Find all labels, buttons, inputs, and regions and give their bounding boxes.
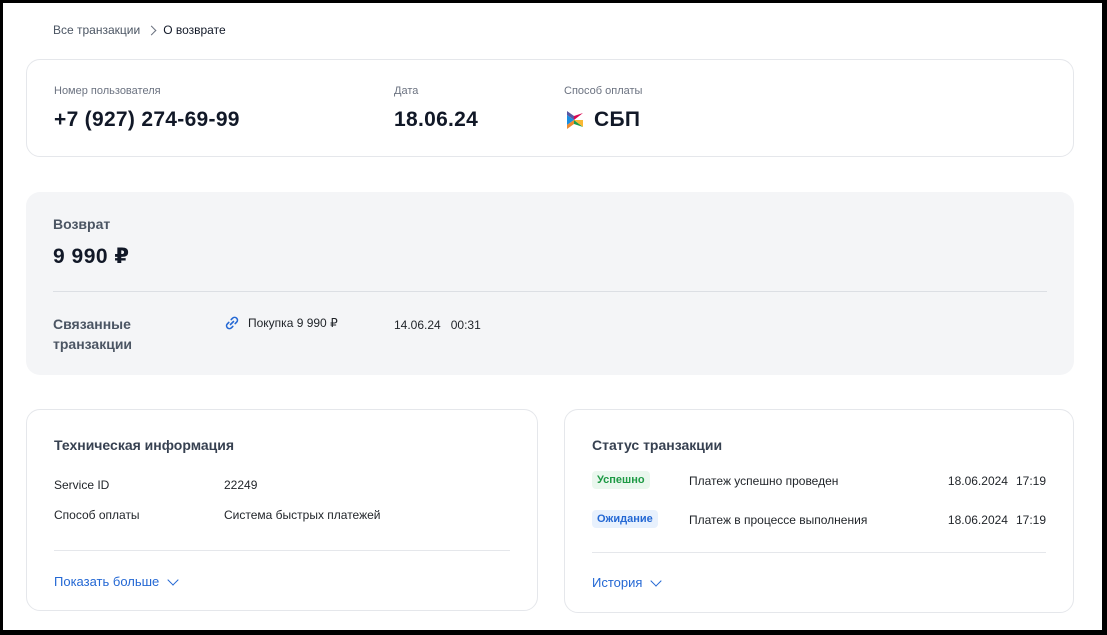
refund-panel: Возврат 9 990 ₽ Связанные транзакции Пок… <box>26 192 1074 375</box>
page: Все транзакции О возврате Номер пользова… <box>3 3 1102 630</box>
divider <box>53 291 1047 292</box>
tech-row-value: 22249 <box>224 478 258 492</box>
refund-title: Возврат <box>53 216 111 232</box>
transaction-status-card: Статус транзакции Успешно Платеж успешно… <box>564 409 1074 613</box>
transaction-info-card: Номер пользователя +7 (927) 274-69-99 Да… <box>26 59 1074 157</box>
show-more-label: Показать больше <box>54 574 160 589</box>
related-transaction-text: Покупка 9 990 ₽ <box>248 316 338 330</box>
show-more-button[interactable]: Показать больше <box>54 573 179 589</box>
status-text: Платеж успешно проведен <box>689 474 839 488</box>
chevron-down-icon <box>167 573 179 586</box>
related-time: 00:31 <box>450 318 481 332</box>
divider <box>54 550 510 551</box>
status-badge-success: Успешно <box>592 471 650 489</box>
breadcrumb-current: О возврате <box>163 23 226 37</box>
tech-row-key: Service ID <box>54 478 110 492</box>
phone-value: +7 (927) 274-69-99 <box>54 108 240 131</box>
date-value: 18.06.24 <box>394 108 479 131</box>
link-icon <box>225 316 239 330</box>
status-row-success: Успешно Платеж успешно проведен 18.06.20… <box>592 471 1046 491</box>
sbp-logo-icon <box>567 111 583 129</box>
phone-block: Номер пользователя +7 (927) 274-69-99 <box>54 85 240 132</box>
tech-row-value: Система быстрых платежей <box>224 508 381 522</box>
tech-row-payment-method: Способ оплаты Система быстрых платежей <box>54 508 381 522</box>
status-time: 17:19 <box>1015 474 1046 488</box>
divider <box>592 552 1046 553</box>
status-datetime: 18.06.2024 17:19 <box>948 474 1046 488</box>
status-datetime: 18.06.2024 17:19 <box>948 513 1046 527</box>
related-transaction-datetime: 14.06.24 00:31 <box>394 318 481 332</box>
related-date: 14.06.24 <box>394 318 441 332</box>
status-row-pending: Ожидание Платеж в процессе выполнения 18… <box>592 510 1046 530</box>
status-time: 17:19 <box>1015 513 1046 527</box>
history-label: История <box>592 575 643 590</box>
payment-method-block: Способ оплаты СБП <box>564 85 642 132</box>
transaction-status-title: Статус транзакции <box>592 437 723 453</box>
breadcrumb: Все транзакции О возврате <box>53 23 226 37</box>
date-label: Дата <box>394 85 419 97</box>
related-transaction-link[interactable]: Покупка 9 990 ₽ <box>224 315 338 331</box>
payment-method-value: СБП <box>564 108 642 132</box>
date-block: Дата 18.06.24 <box>394 85 478 132</box>
status-text: Платеж в процессе выполнения <box>689 513 868 527</box>
related-transactions-label: Связанные транзакции <box>53 316 133 352</box>
technical-info-card: Техническая информация Service ID 22249 С… <box>26 409 538 611</box>
status-date: 18.06.2024 <box>947 513 1008 527</box>
breadcrumb-all-transactions[interactable]: Все транзакции <box>53 23 140 37</box>
status-date: 18.06.2024 <box>947 474 1008 488</box>
history-button[interactable]: История <box>592 574 663 590</box>
status-badge-pending: Ожидание <box>592 510 658 528</box>
chevron-down-icon <box>650 574 663 587</box>
payment-method-text: СБП <box>594 108 641 131</box>
payment-method-label: Способ оплаты <box>564 85 643 97</box>
tech-row-key: Способ оплаты <box>54 508 140 522</box>
technical-info-title: Техническая информация <box>54 437 235 453</box>
tech-row-service-id: Service ID 22249 <box>54 478 257 492</box>
phone-label: Номер пользователя <box>54 85 161 97</box>
refund-amount: 9 990 ₽ <box>53 245 130 268</box>
chevron-right-icon <box>146 25 157 35</box>
